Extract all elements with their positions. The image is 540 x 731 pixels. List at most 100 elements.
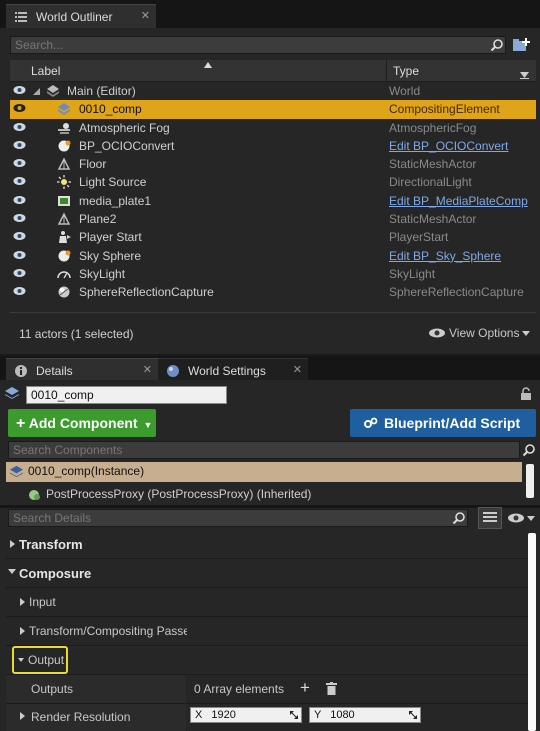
search-icon[interactable] (522, 443, 536, 457)
tab-world-settings[interactable]: World Settings ✕ (158, 358, 308, 382)
subcategory-output[interactable]: Output (6, 646, 528, 675)
visibility-eye-icon[interactable] (13, 286, 26, 296)
visibility-eye-icon[interactable] (13, 195, 26, 205)
add-folder-icon[interactable] (512, 37, 530, 53)
outliner-row[interactable]: SkyLight SkyLight (10, 265, 536, 283)
subcategory-input[interactable]: Input (6, 588, 528, 617)
view-options-label: View Options (449, 326, 520, 340)
actor-name-input[interactable]: 0010_comp (26, 386, 227, 404)
view-options-button[interactable]: View Options (428, 326, 534, 342)
component-icon (29, 490, 40, 500)
resolution-x-field[interactable]: X 1920 (190, 707, 302, 723)
chevron-down-icon (522, 331, 530, 336)
gears-icon (364, 417, 378, 428)
layers-icon (5, 387, 19, 399)
close-icon[interactable]: ✕ (143, 363, 152, 376)
lock-icon[interactable] (520, 387, 532, 400)
outliner-row-label: Plane2 (79, 212, 117, 227)
visibility-eye-icon[interactable] (13, 85, 26, 95)
visibility-eye-icon[interactable] (13, 231, 26, 241)
array-elements-text: 0 Array elements (194, 682, 285, 696)
details-scrollbar[interactable] (528, 533, 536, 731)
outliner-row[interactable]: Player Start PlayerStart (10, 228, 536, 246)
visibility-eye-icon[interactable] (13, 158, 26, 168)
resolution-x-label: X (195, 709, 203, 721)
search-components-input[interactable]: Search Components (8, 441, 520, 459)
outliner-row[interactable]: Main (Editor) World (10, 82, 536, 100)
eye-icon[interactable] (507, 513, 525, 523)
outliner-row-type: World (389, 84, 421, 98)
blueprint-add-script-button[interactable]: Blueprint/Add Script (350, 409, 536, 437)
close-icon[interactable]: ✕ (293, 363, 302, 376)
visibility-eye-icon[interactable] (13, 213, 26, 223)
world-outliner-panel: Search... Label Type Main (Editor) World 0… (0, 28, 540, 354)
property-outputs-label: Outputs (31, 682, 74, 696)
outliner-row[interactable]: Plane2 StaticMeshActor (10, 210, 536, 228)
component-instance-row[interactable]: 0010_comp(Instance) (6, 462, 522, 482)
outliner-row[interactable]: Sky Sphere Edit BP_Sky_Sphere (10, 247, 536, 265)
category-transform[interactable]: Transform (6, 530, 528, 559)
visibility-eye-icon[interactable] (13, 122, 26, 132)
property-matrix-button[interactable] (478, 507, 502, 529)
outliner-row-type: SkyLight (389, 266, 436, 281)
component-child-row[interactable]: PostProcessProxy (PostProcessProxy) (Inh… (6, 482, 522, 502)
outliner-row-label: Light Source (79, 175, 147, 190)
resolution-y-value: 1080 (330, 709, 355, 721)
outliner-row[interactable]: Light Source DirectionalLight (10, 173, 536, 191)
outliner-row-type: AtmosphericFog (389, 120, 477, 135)
outliner-row-label: Player Start (79, 230, 142, 245)
eye-icon (429, 328, 445, 338)
subcategory-passes-label: Transform/Compositing Passes (29, 624, 196, 638)
column-label[interactable]: Label (31, 64, 60, 78)
search-icon[interactable] (490, 38, 504, 52)
property-render-resolution[interactable]: Render Resolution X 1920 Y 1080 (6, 704, 528, 731)
search-details-input[interactable]: Search Details (8, 509, 468, 527)
visibility-eye-icon[interactable] (13, 250, 26, 260)
tab-details[interactable]: Details ✕ (6, 358, 158, 382)
category-composure-label: Composure (19, 566, 92, 581)
trash-icon[interactable] (326, 682, 337, 695)
tab-world-outliner[interactable]: World Outliner ✕ (6, 4, 156, 28)
visibility-eye-icon[interactable] (13, 268, 26, 278)
outliner-row[interactable]: Floor StaticMeshActor (10, 155, 536, 173)
column-type[interactable]: Type (393, 64, 419, 78)
outliner-row-label: 0010_comp (79, 102, 142, 117)
visibility-eye-icon[interactable] (13, 140, 26, 150)
component-scrollbar[interactable] (526, 464, 534, 498)
chevron-down-icon[interactable] (527, 516, 535, 521)
component-child-label: PostProcessProxy (PostProcessProxy) (Inh… (46, 487, 312, 501)
search-components-placeholder: Search Components (13, 443, 123, 457)
subcategory-passes[interactable]: Transform/Compositing Passes (6, 617, 528, 646)
outliner-search-input[interactable]: Search... (10, 36, 506, 54)
outliner-row[interactable]: 0010_comp CompositingElement (10, 100, 536, 119)
outliner-row-type-link[interactable]: Edit BP_MediaPlateComp (389, 194, 528, 208)
outliner-tabbar: World Outliner ✕ (0, 0, 540, 28)
outliner-row-type-link[interactable]: Edit BP_OCIOConvert (389, 139, 508, 153)
outliner-row[interactable]: SphereReflectionCapture SphereReflectionC… (10, 283, 536, 301)
close-icon[interactable]: ✕ (141, 9, 150, 22)
add-component-button[interactable]: + Add Component ▼ (8, 409, 156, 437)
outliner-row-type: SphereReflectionCapture (389, 285, 524, 300)
globe-icon (167, 364, 179, 377)
outliner-row-label: Sky Sphere (79, 248, 142, 263)
outliner-row[interactable]: BP_OCIOConvert Edit BP_OCIOConvert (10, 137, 536, 155)
category-composure[interactable]: Composure (6, 559, 528, 588)
list-icon (15, 11, 27, 22)
outliner-list: Main (Editor) World 0010_comp CompositingEl… (10, 82, 536, 302)
column-dropdown-icon[interactable] (520, 72, 529, 79)
table-icon (483, 512, 497, 522)
expand-arrow-icon[interactable] (33, 88, 40, 95)
visibility-eye-icon[interactable] (13, 103, 26, 113)
outliner-row-type-link[interactable]: Edit BP_Sky_Sphere (389, 249, 501, 263)
outliner-row[interactable]: Atmospheric Fog AtmosphericFog (10, 119, 536, 137)
component-instance-label: 0010_comp(Instance) (28, 464, 145, 478)
outliner-row[interactable]: media_plate1 Edit BP_MediaPlateComp (10, 192, 536, 210)
outliner-row-label: Main (Editor) (67, 84, 136, 98)
search-icon[interactable] (452, 511, 466, 525)
add-element-icon[interactable]: + (300, 678, 310, 698)
resolution-y-field[interactable]: Y 1080 (309, 707, 421, 723)
blueprint-add-script-label: Blueprint/Add Script (384, 415, 521, 431)
visibility-eye-icon[interactable] (13, 176, 26, 186)
plus-icon: + (16, 415, 26, 432)
render-resolution-label: Render Resolution (31, 710, 131, 724)
